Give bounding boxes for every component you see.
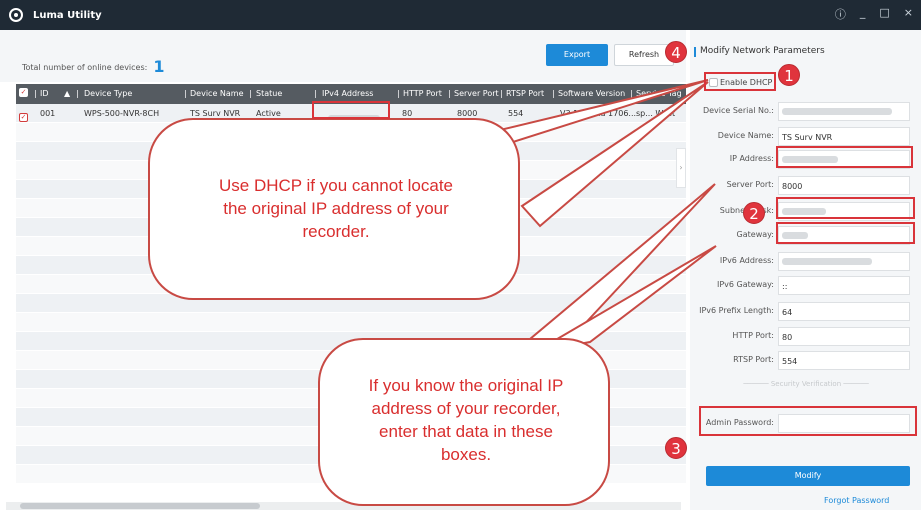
highlight-ip-address — [776, 146, 913, 168]
highlight-enable-dhcp — [704, 72, 776, 91]
highlight-ipv4 — [312, 101, 390, 119]
marker-4: 4 — [665, 41, 687, 63]
marker-1: 1 — [778, 64, 800, 86]
marker-2: 2 — [743, 202, 765, 224]
highlight-subnet-mask — [776, 197, 915, 219]
marker-3: 3 — [665, 437, 687, 459]
highlight-gateway — [776, 222, 915, 244]
callout-dhcp-text: Use DHCP if you cannot locate the origin… — [218, 176, 454, 241]
callout-ip: If you know the original IP address of y… — [318, 338, 610, 506]
callout-ip-text: If you know the original IP address of y… — [368, 376, 564, 464]
highlight-admin-password — [699, 406, 917, 436]
callout-dhcp: Use DHCP if you cannot locate the origin… — [148, 118, 520, 300]
